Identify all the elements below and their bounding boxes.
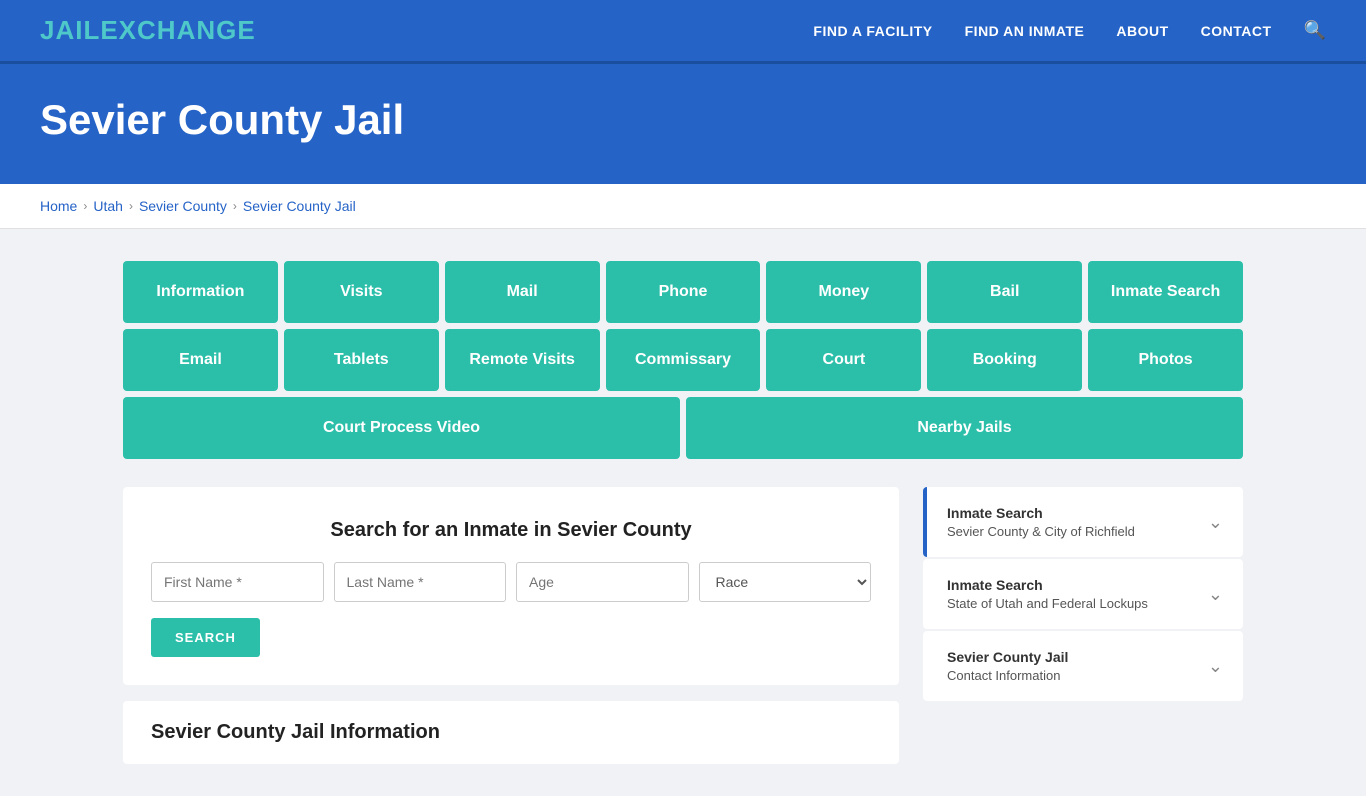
breadcrumb-separator: ›	[233, 199, 237, 213]
logo-part1: JAIL	[40, 15, 100, 45]
btn-mail[interactable]: Mail	[445, 261, 600, 323]
breadcrumb: Home › Utah › Sevier County › Sevier County Ja…	[40, 198, 1326, 214]
breadcrumb-home[interactable]: Home	[40, 198, 77, 214]
sidebar-inmate-search-utah-heading: Inmate Search	[947, 577, 1148, 593]
navbar: JAILEXCHANGE FIND A FACILITY FIND AN INMA…	[0, 0, 1366, 64]
last-name-input[interactable]	[334, 562, 507, 602]
btn-phone[interactable]: Phone	[606, 261, 761, 323]
nav-find-facility[interactable]: FIND A FACILITY	[813, 23, 932, 39]
btn-commissary[interactable]: Commissary	[606, 329, 761, 391]
btn-court-process-video[interactable]: Court Process Video	[123, 397, 680, 459]
main-content: InformationVisitsMailPhoneMoneyBailInmat…	[0, 229, 1366, 796]
age-input[interactable]	[516, 562, 689, 602]
sidebar-contact-info-subtext: Contact Information	[947, 668, 1068, 683]
info-title: Sevier County Jail Information	[151, 721, 871, 744]
btn-booking[interactable]: Booking	[927, 329, 1082, 391]
button-grid: InformationVisitsMailPhoneMoneyBailInmat…	[123, 261, 1243, 459]
sidebar-inmate-search-sevier-text: Inmate Search Sevier County & City of Ric…	[947, 505, 1135, 539]
btn-inmate-search[interactable]: Inmate Search	[1088, 261, 1243, 323]
btn-information[interactable]: Information	[123, 261, 278, 323]
btn-court[interactable]: Court	[766, 329, 921, 391]
sidebar-inmate-search-sevier-heading: Inmate Search	[947, 505, 1135, 521]
btn-visits[interactable]: Visits	[284, 261, 439, 323]
sidebar-inmate-search-utah-text: Inmate Search State of Utah and Federal L…	[947, 577, 1148, 611]
sidebar-contact-info-heading: Sevier County Jail	[947, 649, 1068, 665]
sidebar-inmate-search-sevier-chevron-icon: ⌄	[1208, 512, 1223, 533]
page-title: Sevier County Jail	[40, 96, 1326, 144]
nav-about[interactable]: ABOUT	[1116, 23, 1168, 39]
sidebar-contact-info-text: Sevier County Jail Contact Information	[947, 649, 1068, 683]
sidebar-inmate-search-utah-chevron-icon: ⌄	[1208, 584, 1223, 605]
btn-money[interactable]: Money	[766, 261, 921, 323]
btn-nearby-jails[interactable]: Nearby Jails	[686, 397, 1243, 459]
breadcrumb-sevier-county[interactable]: Sevier County	[139, 198, 227, 214]
sidebar-inmate-search-utah[interactable]: Inmate Search State of Utah and Federal L…	[923, 559, 1243, 629]
race-select[interactable]: RaceWhiteBlackHispanicAsianOther	[699, 562, 872, 602]
sidebar-contact-info-chevron-icon: ⌄	[1208, 656, 1223, 677]
sidebar-inmate-search-utah-subtext: State of Utah and Federal Lockups	[947, 596, 1148, 611]
first-name-input[interactable]	[151, 562, 324, 602]
btn-bail[interactable]: Bail	[927, 261, 1082, 323]
btn-email[interactable]: Email	[123, 329, 278, 391]
breadcrumb-separator: ›	[83, 199, 87, 213]
nav-contact[interactable]: CONTACT	[1201, 23, 1272, 39]
breadcrumb-current: Sevier County Jail	[243, 198, 356, 214]
btn-tablets[interactable]: Tablets	[284, 329, 439, 391]
btn-photos[interactable]: Photos	[1088, 329, 1243, 391]
search-button[interactable]: SEARCH	[151, 618, 260, 657]
sidebar-contact-info[interactable]: Sevier County Jail Contact Information ⌄	[923, 631, 1243, 701]
search-box: Search for an Inmate in Sevier County Ra…	[123, 487, 899, 685]
left-column: Search for an Inmate in Sevier County Ra…	[123, 487, 899, 764]
breadcrumb-separator: ›	[129, 199, 133, 213]
nav-search-icon[interactable]: 🔍	[1304, 20, 1326, 41]
sidebar-inmate-search-sevier[interactable]: Inmate Search Sevier County & City of Ric…	[923, 487, 1243, 557]
logo-part2: EXCHANGE	[100, 15, 255, 45]
sidebar: Inmate Search Sevier County & City of Ric…	[923, 487, 1243, 764]
sidebar-inmate-search-sevier-subtext: Sevier County & City of Richfield	[947, 524, 1135, 539]
breadcrumb-utah[interactable]: Utah	[93, 198, 123, 214]
info-heading: Sevier County Jail Information	[123, 701, 899, 764]
hero-section: Sevier County Jail	[0, 64, 1366, 184]
btn-remote-visits[interactable]: Remote Visits	[445, 329, 600, 391]
search-title: Search for an Inmate in Sevier County	[151, 519, 871, 542]
lower-section: Search for an Inmate in Sevier County Ra…	[123, 487, 1243, 764]
nav-links: FIND A FACILITY FIND AN INMATE ABOUT CONTAC…	[813, 20, 1326, 41]
breadcrumb-bar: Home › Utah › Sevier County › Sevier County Ja…	[0, 184, 1366, 229]
site-logo[interactable]: JAILEXCHANGE	[40, 15, 256, 46]
nav-find-inmate[interactable]: FIND AN INMATE	[965, 23, 1085, 39]
search-fields: RaceWhiteBlackHispanicAsianOther	[151, 562, 871, 602]
